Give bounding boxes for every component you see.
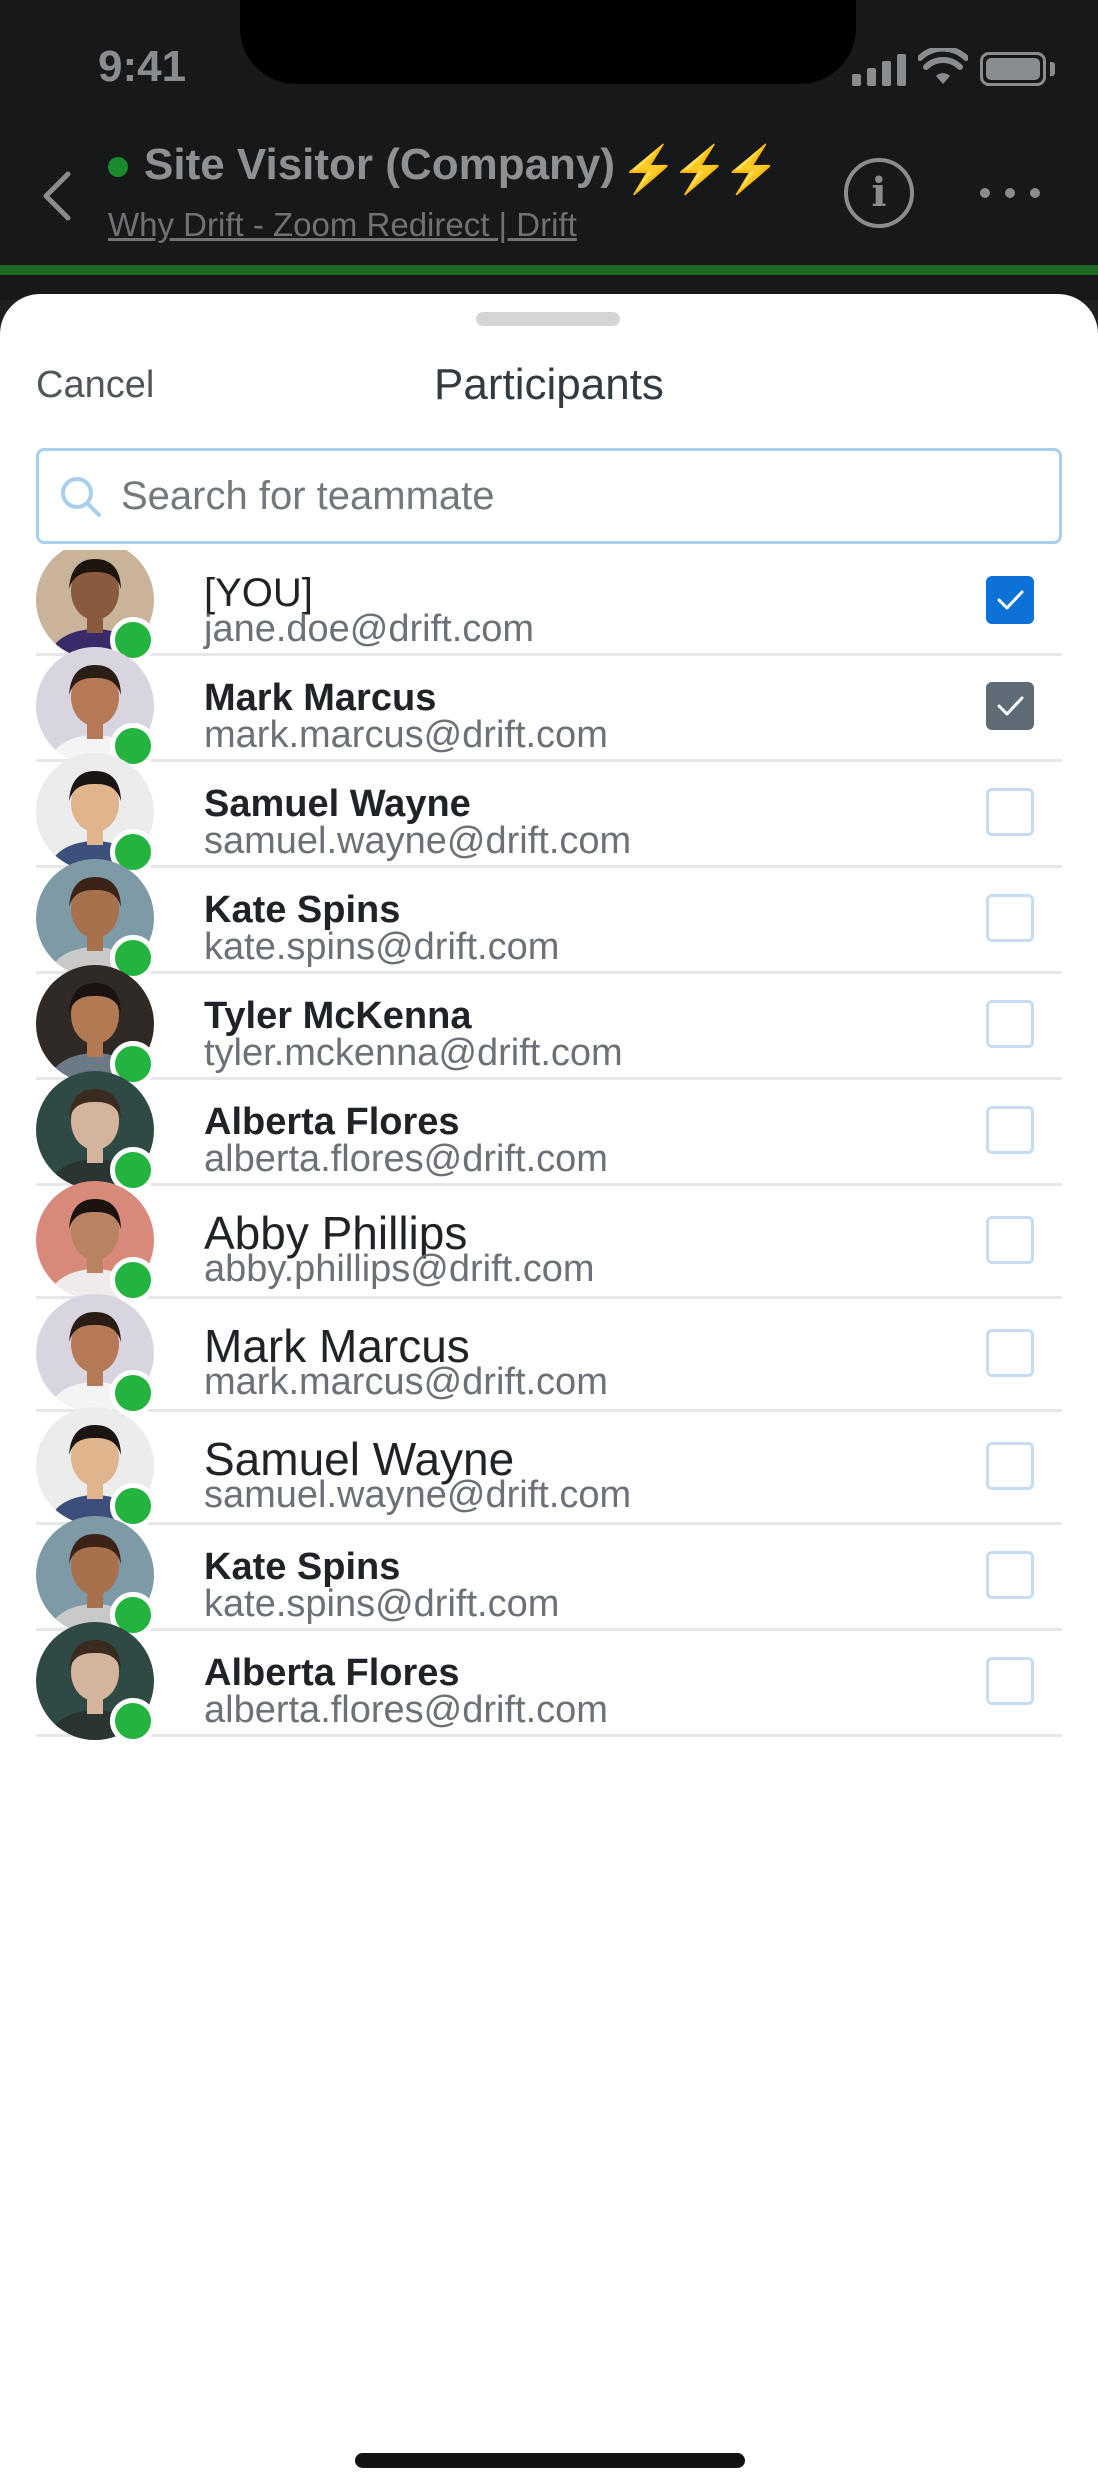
wifi-icon [918, 48, 968, 84]
presence-online-indicator [110, 1370, 156, 1416]
sheet-grabber[interactable] [476, 312, 620, 326]
participant-row[interactable]: Samuel Wayne samuel.wayne@drift.com [36, 1407, 1062, 1529]
participant-checkbox[interactable] [986, 894, 1034, 942]
participant-checkbox[interactable] [986, 1216, 1034, 1264]
participant-email: samuel.wayne@drift.com [204, 820, 632, 862]
online-status-dot [108, 157, 128, 177]
participants-sheet: Cancel Participants [YOU]jane.doe@drift.… [0, 294, 1098, 2490]
status-bar: 9:41 [0, 0, 1098, 130]
header-accent-stripe [0, 265, 1098, 275]
participant-row[interactable]: Tyler McKenna tyler.mckenna@drift.com [36, 965, 1062, 1087]
participant-checkbox[interactable] [986, 788, 1034, 836]
participant-row[interactable]: [YOU] jane.doe@drift.com [36, 550, 1062, 663]
info-icon[interactable]: i [844, 158, 914, 228]
battery-cap [1050, 62, 1055, 76]
participant-row[interactable]: Kate Spins kate.spins@drift.com [36, 859, 1062, 981]
participant-checkbox-checked[interactable] [986, 682, 1034, 730]
participant-email: kate.spins@drift.com [204, 926, 560, 968]
participant-row[interactable]: Kate Spins kate.spins@drift.com [36, 1516, 1062, 1638]
home-indicator [355, 2453, 745, 2468]
battery-icon [980, 52, 1046, 86]
search-input[interactable] [121, 451, 1021, 541]
participant-row[interactable]: Samuel Wayne samuel.wayne@drift.com [36, 753, 1062, 875]
participant-row[interactable]: Mark Marcus mark.marcus@drift.com [36, 647, 1062, 769]
cellular-signal-icon [852, 52, 908, 86]
search-icon [61, 477, 101, 517]
conversation-title: Site Visitor (Company) [144, 140, 616, 189]
status-time: 9:41 [98, 42, 187, 91]
presence-online-indicator [110, 1698, 156, 1744]
participant-email: jane.doe@drift.com [204, 608, 535, 650]
participant-email: alberta.flores@drift.com [204, 1138, 608, 1180]
participant-email: kate.spins@drift.com [204, 1583, 560, 1625]
participant-checkbox[interactable] [986, 1657, 1034, 1705]
participant-checkbox-checked[interactable] [986, 576, 1034, 624]
participant-row[interactable]: Alberta Flores alberta.flores@drift.com [36, 1622, 1062, 1744]
participant-email: mark.marcus@drift.com [204, 1361, 608, 1403]
participant-row[interactable]: Mark Marcus mark.marcus@drift.com [36, 1294, 1062, 1416]
participant-checkbox[interactable] [986, 1000, 1034, 1048]
conversation-source-link[interactable]: Why Drift - Zoom Redirect | Drift [108, 206, 577, 244]
participant-row[interactable]: Abby Phillips abby.phillips@drift.com [36, 1181, 1062, 1303]
participant-email: mark.marcus@drift.com [204, 714, 608, 756]
conversation-background: 9:41 Site Visitor (Company) ⚡⚡⚡ Why Drif… [0, 0, 1098, 300]
search-field[interactable] [36, 448, 1062, 544]
device-notch [240, 0, 856, 84]
sheet-footer [0, 2370, 1098, 2490]
presence-online-indicator [110, 1257, 156, 1303]
participant-email: abby.phillips@drift.com [204, 1248, 595, 1290]
participant-checkbox[interactable] [986, 1106, 1034, 1154]
conversation-header: Site Visitor (Company) ⚡⚡⚡ Why Drift - Z… [0, 130, 1098, 265]
lightning-bolts-icon: ⚡⚡⚡ [620, 143, 780, 195]
sheet-title: Participants [434, 360, 664, 409]
participant-email: tyler.mckenna@drift.com [204, 1032, 623, 1074]
participant-checkbox[interactable] [986, 1329, 1034, 1377]
more-options-icon[interactable] [980, 188, 1040, 198]
participant-checkbox[interactable] [986, 1551, 1034, 1599]
participant-email: alberta.flores@drift.com [204, 1689, 608, 1731]
participant-email: samuel.wayne@drift.com [204, 1474, 632, 1516]
participant-row[interactable]: Alberta Flores alberta.flores@drift.com [36, 1071, 1062, 1193]
participant-checkbox[interactable] [986, 1442, 1034, 1490]
back-chevron-icon[interactable] [36, 168, 76, 224]
participant-list: [YOU] jane.doe@drift.com Mark Marcus mark.m… [0, 550, 1098, 2370]
